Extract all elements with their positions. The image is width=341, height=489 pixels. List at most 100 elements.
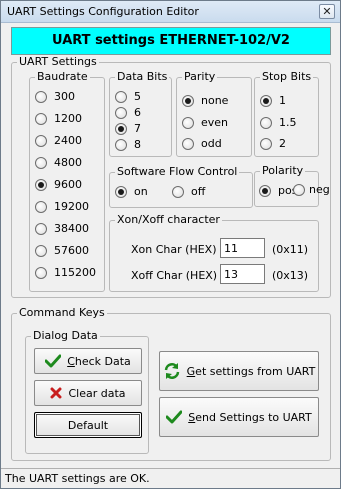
baudrate-legend: Baudrate [35, 70, 90, 84]
baud-radio-57600[interactable]: 57600 [35, 244, 89, 257]
stop-bits-radio-1[interactable]: 1 [260, 94, 286, 107]
baud-label: 2400 [54, 134, 82, 147]
data-bits-label: 5 [134, 90, 141, 103]
clear-data-label: Clear data [68, 386, 126, 400]
stop-bits-label: 2 [279, 137, 286, 150]
radio-button-icon [182, 116, 194, 129]
title-bar[interactable]: UART Settings Configuration Editor ✕ [1, 1, 340, 23]
parity-label: odd [201, 137, 222, 150]
data-bits-radio-8[interactable]: 8 [115, 138, 141, 151]
radio-button-icon [260, 137, 272, 150]
polarity-radio-pos[interactable]: pos [259, 184, 297, 197]
flow-control-radio-on[interactable]: on [115, 185, 148, 198]
get-settings-label: Get settings from UART [186, 364, 316, 378]
parity-label: none [201, 94, 229, 107]
radio-button-icon [115, 90, 127, 103]
check-data-button[interactable]: Check Data [34, 348, 142, 374]
polarity-radio-neg[interactable]: neg [293, 183, 330, 196]
xon-char-input[interactable] [220, 238, 265, 258]
baud-label: 57600 [54, 244, 89, 257]
radio-button-icon [172, 185, 184, 198]
status-text: The UART settings are OK. [5, 472, 150, 485]
dialog-data-legend: Dialog Data [31, 329, 100, 343]
parity-radio-odd[interactable]: odd [182, 137, 222, 150]
radio-button-selected-icon [182, 94, 194, 107]
data-bits-radio-7[interactable]: 7 [115, 122, 141, 135]
stop-bits-group: Stop Bits 1 1.5 2 [254, 70, 319, 157]
xon-xoff-group: Xon/Xoff character Xon Char (HEX) (0x11)… [109, 213, 319, 292]
polarity-label: neg [309, 183, 330, 196]
dialog-data-group: Dialog Data Check Data Clear data Defaul… [25, 329, 149, 454]
default-label: Default [67, 418, 109, 432]
window-title: UART Settings Configuration Editor [7, 5, 199, 18]
clear-data-button[interactable]: Clear data [34, 380, 142, 406]
baud-radio-300[interactable]: 300 [35, 90, 75, 103]
radio-button-icon [115, 106, 127, 119]
data-bits-label: 8 [134, 138, 141, 151]
command-keys-group: Command Keys Dialog Data Check Data Clea… [11, 306, 331, 461]
parity-radio-none[interactable]: none [182, 94, 228, 107]
radio-button-selected-icon [115, 122, 127, 135]
data-bits-radio-6[interactable]: 6 [115, 106, 141, 119]
checkmark-icon [45, 354, 62, 368]
baud-radio-115200[interactable]: 115200 [35, 266, 96, 279]
xon-xoff-legend: Xon/Xoff character [115, 213, 222, 227]
radio-button-icon [35, 222, 47, 235]
baud-radio-19200[interactable]: 19200 [35, 200, 89, 213]
stop-bits-legend: Stop Bits [260, 70, 314, 84]
flow-control-legend: Software Flow Control [115, 165, 240, 179]
baud-radio-4800[interactable]: 4800 [35, 156, 82, 169]
baud-radio-38400[interactable]: 38400 [35, 222, 89, 235]
stop-bits-label: 1.5 [279, 116, 297, 129]
flow-control-group: Software Flow Control on off [109, 165, 253, 208]
radio-button-icon [260, 116, 272, 129]
command-keys-legend: Command Keys [17, 306, 107, 320]
stop-bits-radio-2[interactable]: 2 [260, 137, 286, 150]
parity-group: Parity none even odd [176, 70, 252, 157]
baud-label: 300 [54, 90, 75, 103]
checkmark-icon [166, 410, 183, 424]
radio-button-selected-icon [35, 178, 47, 191]
data-bits-group: Data Bits 5 6 7 8 [109, 70, 172, 157]
data-bits-label: 7 [134, 122, 141, 135]
radio-button-icon [35, 134, 47, 147]
flow-control-label: on [134, 185, 148, 198]
radio-button-icon [293, 183, 305, 196]
send-settings-button[interactable]: Send Settings to UART [159, 397, 319, 437]
baud-radio-1200[interactable]: 1200 [35, 112, 82, 125]
baud-label: 1200 [54, 112, 82, 125]
status-bar: The UART settings are OK. [1, 468, 340, 488]
baud-radio-2400[interactable]: 2400 [35, 134, 82, 147]
baud-label: 115200 [54, 266, 96, 279]
send-settings-label: Send Settings to UART [188, 410, 312, 424]
baud-label: 9600 [54, 178, 82, 191]
baud-radio-9600[interactable]: 9600 [35, 178, 82, 191]
data-bits-label: 6 [134, 106, 141, 119]
baudrate-group: Baudrate 300 1200 2400 4800 9600 19200 3… [29, 70, 105, 292]
radio-button-icon [35, 90, 47, 103]
get-settings-button[interactable]: Get settings from UART [159, 351, 319, 391]
data-bits-radio-5[interactable]: 5 [115, 90, 141, 103]
stop-bits-label: 1 [279, 94, 286, 107]
radio-button-icon [35, 156, 47, 169]
baud-label: 38400 [54, 222, 89, 235]
red-x-icon [50, 387, 62, 399]
parity-label: even [201, 116, 229, 129]
default-button[interactable]: Default [34, 412, 142, 438]
parity-radio-even[interactable]: even [182, 116, 228, 129]
baud-label: 19200 [54, 200, 89, 213]
data-bits-legend: Data Bits [115, 70, 170, 84]
radio-button-icon [35, 266, 47, 279]
stop-bits-radio-1-5[interactable]: 1.5 [260, 116, 297, 129]
uart-settings-window: UART Settings Configuration Editor ✕ UAR… [0, 0, 341, 489]
xoff-char-input[interactable] [220, 264, 265, 284]
radio-button-icon [115, 138, 127, 151]
radio-button-icon [35, 200, 47, 213]
polarity-box-legend: Polarity [260, 164, 306, 178]
uart-settings-legend: UART Settings [17, 55, 99, 69]
radio-button-icon [182, 137, 194, 150]
flow-control-radio-off[interactable]: off [172, 185, 205, 198]
close-button[interactable]: ✕ [319, 4, 335, 19]
radio-button-selected-icon [260, 94, 272, 107]
check-data-label: Check Data [67, 354, 131, 368]
